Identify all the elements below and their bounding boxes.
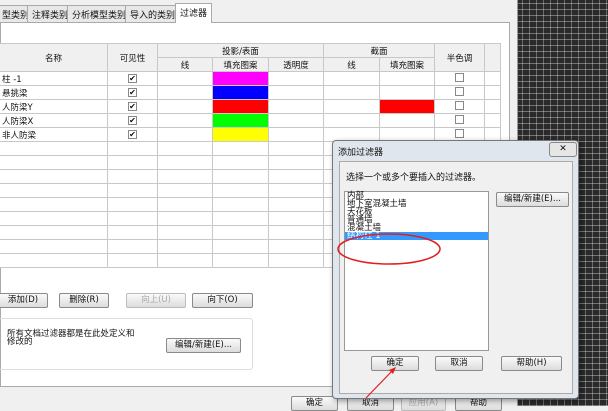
highlight-ellipse (337, 233, 441, 265)
arrow-icon (365, 369, 394, 399)
annotation-overlay (337, 233, 441, 399)
